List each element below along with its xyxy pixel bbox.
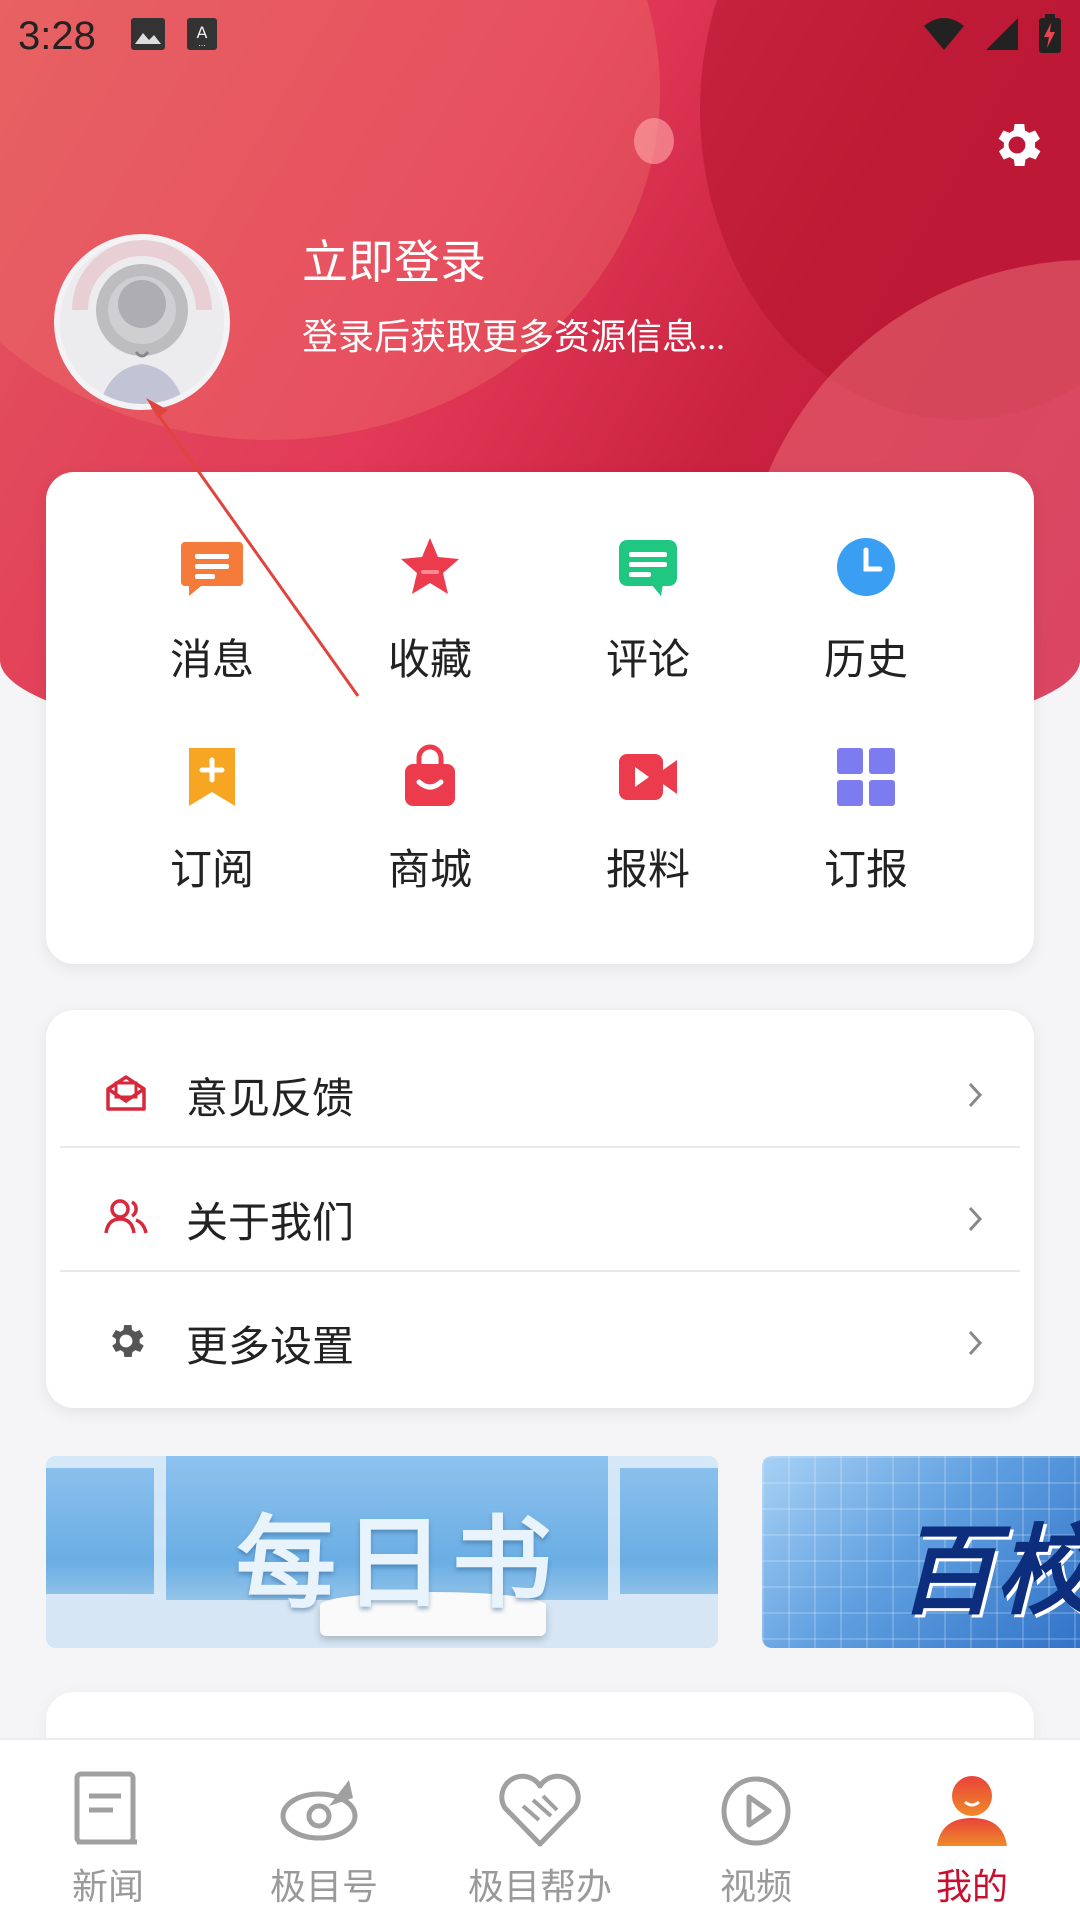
- menu-item-label: 关于我们: [186, 1200, 355, 1247]
- menu-item-label: 更多设置: [186, 1324, 355, 1371]
- avatar[interactable]: [54, 234, 230, 410]
- nav-item-jimu-help[interactable]: 极目帮办: [432, 1740, 648, 1920]
- news-icon: [63, 1766, 153, 1856]
- nav-label: 新闻: [71, 1867, 144, 1907]
- menu-item-feedback[interactable]: 意见反馈: [60, 1034, 1020, 1156]
- default-avatar-icon: [60, 240, 224, 404]
- grid-icon: [833, 744, 899, 810]
- signal-icon: [984, 16, 1020, 57]
- nav-item-mine[interactable]: 我的: [864, 1740, 1080, 1920]
- grid-item-label: 评论: [605, 638, 690, 684]
- grid-item-mall[interactable]: 商城: [330, 744, 530, 924]
- clock-icon: [833, 534, 899, 600]
- grid-item-subscribe[interactable]: 订阅: [112, 744, 312, 924]
- shopping-bag-icon: [397, 744, 463, 810]
- menu-item-label: 意见反馈: [186, 1076, 355, 1123]
- feedback-mail-icon: [104, 1071, 148, 1120]
- comment-icon: [615, 534, 681, 600]
- grid-item-messages[interactable]: 消息: [112, 534, 312, 714]
- grid-item-label: 商城: [387, 848, 472, 894]
- grid-item-history[interactable]: 历史: [766, 534, 966, 714]
- grid-item-label: 历史: [823, 638, 908, 684]
- image-icon: [130, 17, 166, 56]
- quick-actions-card: 消息 收藏 评论 历史 订阅 商城 报料 订报: [46, 472, 1034, 964]
- settings-gear-icon[interactable]: [988, 116, 1046, 174]
- jimuhao-icon: [279, 1766, 369, 1856]
- keyboard-a-icon: A...: [186, 17, 218, 56]
- status-time: 3:28: [18, 13, 96, 58]
- nav-label: 极目帮办: [467, 1867, 612, 1907]
- menu-item-more-settings[interactable]: 更多设置: [60, 1282, 1020, 1404]
- chevron-right-icon: [964, 1328, 986, 1358]
- status-bar: 3:28 A...: [0, 0, 1080, 72]
- grid-item-comments[interactable]: 评论: [548, 534, 748, 714]
- menu-item-about-us[interactable]: 关于我们: [60, 1158, 1020, 1280]
- chevron-right-icon: [964, 1080, 986, 1110]
- banner-decoration: [608, 1456, 718, 1606]
- battery-charging-icon: [1038, 13, 1062, 59]
- nav-label: 视频: [719, 1867, 792, 1907]
- banner-hundred-schools[interactable]: 百校: [762, 1456, 1080, 1648]
- divider: [60, 1146, 1020, 1148]
- nav-label: 我的: [935, 1867, 1008, 1907]
- chevron-right-icon: [964, 1204, 986, 1234]
- grid-item-label: 订报: [823, 848, 908, 894]
- nav-item-news[interactable]: 新闻: [0, 1740, 216, 1920]
- gear-icon: [104, 1319, 148, 1368]
- play-circle-icon: [711, 1766, 801, 1856]
- login-subtitle: 登录后获取更多资源信息...: [302, 317, 726, 357]
- banner-title: 百校: [898, 1514, 1080, 1629]
- divider: [60, 1270, 1020, 1272]
- nav-item-jimuhao[interactable]: 极目号: [216, 1740, 432, 1920]
- grid-item-label: 消息: [169, 638, 254, 684]
- message-icon: [179, 534, 245, 600]
- bookmark-plus-icon: [179, 744, 245, 810]
- grid-item-label: 订阅: [169, 848, 254, 894]
- grid-item-report[interactable]: 报料: [548, 744, 748, 924]
- banner-decoration: [46, 1456, 166, 1606]
- wifi-icon: [922, 16, 966, 57]
- svg-text:...: ...: [198, 39, 206, 48]
- banner-daily-book[interactable]: 每日书: [46, 1456, 718, 1648]
- grid-item-label: 收藏: [387, 638, 472, 684]
- login-title[interactable]: 立即登录: [302, 226, 486, 292]
- person-icon: [927, 1766, 1017, 1856]
- handshake-heart-icon: [495, 1766, 585, 1856]
- banner-title: 每日书: [236, 1505, 560, 1622]
- video-camera-icon: [615, 744, 681, 810]
- grid-item-favorites[interactable]: 收藏: [330, 534, 530, 714]
- grid-item-label: 报料: [605, 848, 690, 894]
- users-icon: [104, 1195, 148, 1244]
- nav-label: 极目号: [269, 1867, 378, 1907]
- grid-item-newspaper-order[interactable]: 订报: [766, 744, 966, 924]
- star-icon: [397, 534, 463, 600]
- nav-item-video[interactable]: 视频: [648, 1740, 864, 1920]
- bottom-navigation: 新闻 极目号 极目帮办 视频 我的: [0, 1738, 1080, 1920]
- header-decoration: [634, 118, 674, 164]
- settings-menu-card: 意见反馈 关于我们 更多设置: [46, 1010, 1034, 1408]
